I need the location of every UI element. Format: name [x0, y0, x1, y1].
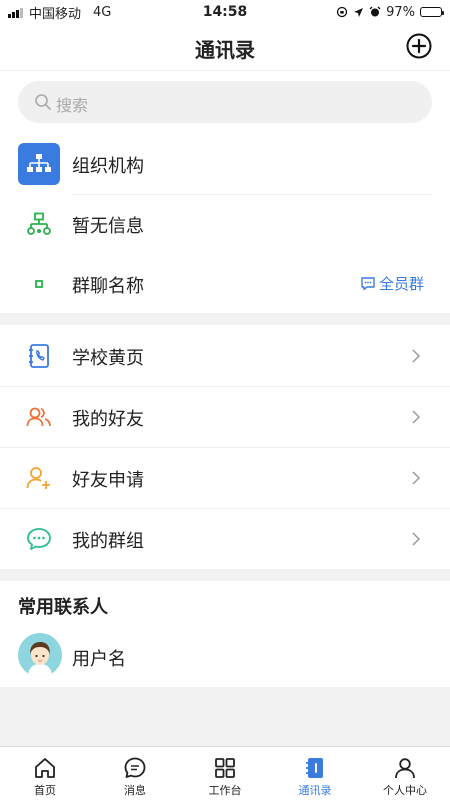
contacts-book-icon [306, 758, 323, 778]
tab-label: 首页 [34, 784, 56, 797]
tab-label: 通讯录 [298, 784, 332, 797]
alarm-icon [369, 6, 381, 17]
tag-label: 全员群 [378, 275, 424, 293]
page-title: 通讯录 [195, 38, 255, 62]
chevron-right-icon [412, 410, 420, 424]
search-input[interactable]: 搜索 [18, 81, 432, 123]
nav-bar: 通讯录 [0, 24, 450, 71]
message-icon [124, 757, 146, 778]
tab-label: 个人中心 [383, 784, 427, 797]
search-section: 搜索 [0, 71, 450, 133]
tab-bar: 首页 消息 工作台 通讯录 个人中心 [0, 746, 450, 801]
tab-label: 工作台 [208, 784, 242, 797]
battery-icon [420, 7, 444, 17]
tab-label: 消息 [124, 784, 146, 797]
org-row-groupchat[interactable]: 群聊名称 全员群 [0, 253, 450, 315]
tab-home[interactable]: 首页 [0, 747, 90, 801]
row-label: 群聊名称 [72, 276, 144, 297]
friends-icon [18, 396, 60, 438]
org-section: 组织机构 暂无信息 群聊名称 全员群 [0, 133, 450, 313]
row-label: 学校黄页 [72, 348, 144, 369]
chat-bubble-icon [361, 277, 375, 291]
row-label: 我的好友 [72, 409, 144, 430]
hierarchy-icon [18, 203, 60, 245]
phonebook-icon [18, 335, 60, 377]
status-bar: 中国移动 4G 14:58 97% [0, 0, 450, 24]
menu-row-friends[interactable]: 我的好友 [0, 386, 450, 448]
row-label: 我的群组 [72, 531, 144, 552]
menu-row-yellow-pages[interactable]: 学校黄页 [0, 325, 450, 387]
org-row-structure[interactable]: 组织机构 [0, 133, 450, 195]
row-label: 组织机构 [72, 156, 144, 177]
user-icon [395, 758, 415, 779]
grid-icon [215, 758, 235, 778]
avatar [18, 633, 62, 677]
menu-row-my-groups[interactable]: 我的群组 [0, 508, 450, 570]
menu-section: 学校黄页 我的好友 好友申请 我的群组 [0, 325, 450, 569]
chevron-right-icon [412, 349, 420, 363]
home-icon [35, 758, 55, 778]
group-chat-icon [18, 518, 60, 560]
section-title: 常用联系人 [18, 597, 108, 618]
location-icon [354, 7, 364, 17]
plus-circle-icon[interactable] [406, 33, 432, 59]
battery-percent: 97% [386, 4, 415, 20]
chevron-right-icon [412, 471, 420, 485]
contact-name: 用户名 [72, 649, 126, 670]
all-members-tag[interactable]: 全员群 [360, 273, 424, 294]
frequent-contacts-section: 常用联系人 用户名 [0, 581, 450, 687]
row-label: 暂无信息 [72, 216, 144, 237]
status-right: 97% [336, 4, 444, 20]
org-row-info[interactable]: 暂无信息 [0, 193, 450, 255]
add-friend-icon [18, 457, 60, 499]
rotation-lock-icon [336, 6, 348, 18]
search-icon [35, 94, 51, 110]
search-placeholder: 搜索 [56, 96, 89, 115]
row-label: 好友申请 [72, 470, 144, 491]
org-chart-icon [18, 143, 60, 185]
tab-contacts[interactable]: 通讯录 [270, 747, 360, 801]
tab-messages[interactable]: 消息 [90, 747, 180, 801]
dot-icon [18, 263, 60, 305]
tab-profile[interactable]: 个人中心 [360, 747, 450, 801]
tab-workbench[interactable]: 工作台 [180, 747, 270, 801]
chevron-right-icon [412, 532, 420, 546]
menu-row-friend-requests[interactable]: 好友申请 [0, 447, 450, 509]
